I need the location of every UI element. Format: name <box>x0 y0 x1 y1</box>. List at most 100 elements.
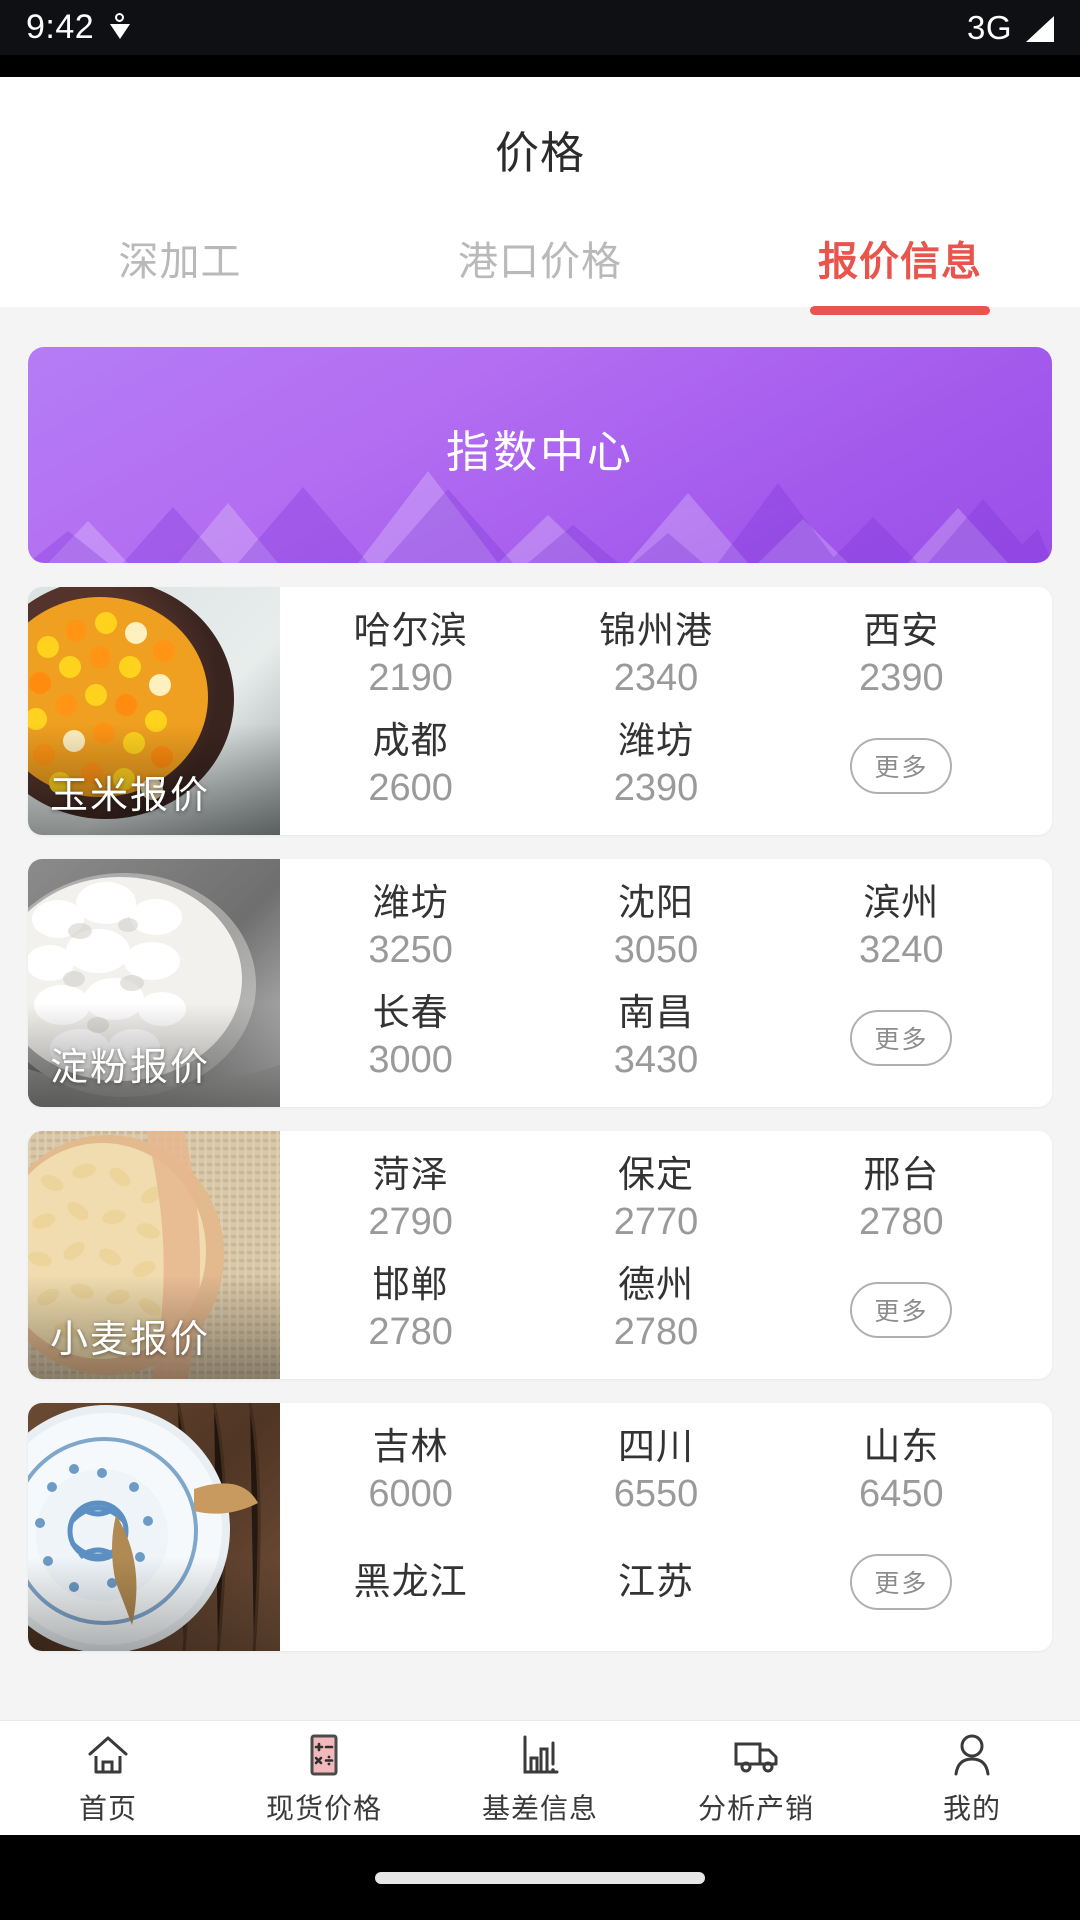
more-cell: 更多 <box>779 1010 1024 1066</box>
person-icon <box>949 1730 995 1780</box>
card-title: 淀粉报价 <box>50 1047 211 1089</box>
quote-price: 2780 <box>368 1311 453 1354</box>
banner-title: 指数中心 <box>446 428 634 477</box>
card-quotes-grid: 菏泽 2790 保定 2770 邢台 2780 邯郸 2780 德州 2780 … <box>280 1131 1052 1379</box>
location-pin-icon <box>110 12 131 43</box>
quote-cell: 山东 6450 <box>779 1424 1024 1520</box>
nav-item-home[interactable]: 首页 <box>0 1721 216 1835</box>
home-icon <box>85 1730 131 1780</box>
card-thumbnail: 玉米报价 <box>28 587 280 835</box>
quote-price: 6450 <box>859 1473 944 1516</box>
quote-card-wheat[interactable]: 小麦报价 菏泽 2790 保定 2770 邢台 2780 邯郸 2780 德州 … <box>28 1131 1052 1379</box>
quote-city: 德州 <box>617 1264 694 1306</box>
quote-cell: 黑龙江 <box>288 1559 533 1605</box>
more-cell: 更多 <box>779 738 1024 794</box>
quote-city: 滨州 <box>863 882 940 924</box>
quote-price: 2340 <box>613 657 699 700</box>
gesture-navigation-bar <box>0 1835 1080 1920</box>
nav-label: 首页 <box>78 1792 137 1824</box>
card-thumbnail <box>28 1403 280 1651</box>
quote-card-corn[interactable]: 玉米报价 哈尔滨 2190 锦州港 2340 西安 2390 成都 2600 潍… <box>28 587 1052 835</box>
page-title: 价格 <box>495 129 585 178</box>
more-button[interactable]: 更多 <box>850 1554 953 1610</box>
card-quotes-grid: 吉林 6000 四川 6550 山东 6450 黑龙江 江苏 更多 <box>280 1403 1052 1651</box>
more-cell: 更多 <box>779 1282 1024 1338</box>
quote-card-starch[interactable]: 淀粉报价 潍坊 3250 沈阳 3050 滨州 3240 长春 3000 南昌 … <box>28 859 1052 1107</box>
quote-cell: 南昌 3430 <box>533 990 778 1086</box>
status-bar-left: 9:42 <box>26 8 131 47</box>
quote-cell: 德州 2780 <box>533 1262 778 1358</box>
status-bar-spacer <box>0 55 1080 77</box>
quote-city: 邢台 <box>863 1154 940 1196</box>
quote-city: 长春 <box>372 992 449 1034</box>
quote-card-partial[interactable]: 吉林 6000 四川 6550 山东 6450 黑龙江 江苏 更多 <box>28 1403 1052 1651</box>
quote-cell: 潍坊 2390 <box>533 718 778 814</box>
card-title: 小麦报价 <box>50 1319 211 1361</box>
quote-city: 潍坊 <box>372 882 449 924</box>
quote-city: 江苏 <box>617 1560 694 1602</box>
status-bar-right: 3G <box>967 9 1054 47</box>
nav-item-basis-info[interactable]: 基差信息 <box>432 1721 648 1835</box>
signal-bars-icon <box>1024 14 1054 42</box>
nav-item-spot-price[interactable]: 现货价格 <box>216 1721 432 1835</box>
content-scroll-area[interactable]: 指数中心 玉米报价 哈尔滨 2190 锦州港 2340 西安 2390 成都 2… <box>0 325 1080 1720</box>
more-button[interactable]: 更多 <box>850 738 953 794</box>
quote-cell: 长春 3000 <box>288 990 533 1086</box>
quote-city: 潍坊 <box>617 720 694 762</box>
quote-city: 菏泽 <box>372 1154 449 1196</box>
bottom-navigation-bar: 首页 现货价格 基差信息 分析产销 我的 <box>0 1720 1080 1835</box>
quote-cell: 吉林 6000 <box>288 1424 533 1520</box>
more-button[interactable]: 更多 <box>850 1010 953 1066</box>
quote-city: 山东 <box>863 1426 940 1468</box>
status-time: 9:42 <box>26 8 95 46</box>
quote-cell: 锦州港 2340 <box>533 608 778 704</box>
network-type-label: 3G <box>966 8 1012 46</box>
nav-label: 现货价格 <box>265 1792 382 1824</box>
quote-cell: 菏泽 2790 <box>288 1152 533 1248</box>
tab-label: 深加工 <box>118 240 242 284</box>
quote-price: 2780 <box>613 1311 699 1354</box>
more-cell: 更多 <box>779 1554 1024 1610</box>
nav-label: 我的 <box>942 1792 1001 1824</box>
card-quotes-grid: 潍坊 3250 沈阳 3050 滨州 3240 长春 3000 南昌 3430 … <box>280 859 1052 1107</box>
quote-city: 成都 <box>372 720 449 762</box>
quote-price: 2190 <box>368 657 453 700</box>
index-center-banner[interactable]: 指数中心 <box>28 347 1052 563</box>
tab-active-underline <box>810 306 990 315</box>
quote-city: 锦州港 <box>598 610 713 652</box>
calculator-icon <box>301 1730 347 1780</box>
tab-bar: 深加工 港口价格 报价信息 <box>0 215 1080 315</box>
quote-price: 3000 <box>368 1039 453 1082</box>
home-indicator[interactable] <box>375 1871 705 1884</box>
nav-item-profile[interactable]: 我的 <box>864 1721 1080 1835</box>
quote-cell: 潍坊 3250 <box>288 880 533 976</box>
status-bar: 9:42 3G <box>0 0 1080 55</box>
quote-city: 四川 <box>617 1426 694 1468</box>
tab-quote-info[interactable]: 报价信息 <box>720 215 1080 315</box>
page-header: 价格 深加工 港口价格 报价信息 <box>0 77 1080 315</box>
quote-cell: 邢台 2780 <box>779 1152 1024 1248</box>
quote-price: 2390 <box>613 767 699 810</box>
tab-label: 报价信息 <box>818 240 982 284</box>
quote-price: 2790 <box>368 1201 453 1244</box>
nav-label: 基差信息 <box>481 1792 598 1824</box>
quote-cell: 成都 2600 <box>288 718 533 814</box>
quote-city: 保定 <box>617 1154 694 1196</box>
quote-cell: 保定 2770 <box>533 1152 778 1248</box>
quote-cell: 江苏 <box>533 1559 778 1605</box>
more-button[interactable]: 更多 <box>850 1282 953 1338</box>
quote-cell: 哈尔滨 2190 <box>288 608 533 704</box>
tab-port-price[interactable]: 港口价格 <box>360 215 720 303</box>
tab-deep-processing[interactable]: 深加工 <box>0 215 360 303</box>
quote-price: 2390 <box>859 657 944 700</box>
quote-price: 3240 <box>859 929 944 972</box>
nav-label: 分析产销 <box>697 1792 814 1824</box>
bowl-photo-icon <box>28 1403 280 1651</box>
quote-price: 2780 <box>859 1201 944 1244</box>
quote-city: 哈尔滨 <box>353 610 468 652</box>
quote-price: 6000 <box>368 1473 453 1516</box>
nav-item-analysis[interactable]: 分析产销 <box>648 1721 864 1835</box>
quote-city: 西安 <box>863 610 940 652</box>
app-screen: 9:42 3G 价格 深加工 港口价格 报价信息 指数中心 玉米报价 哈尔滨 2… <box>0 0 1080 1920</box>
quote-city: 吉林 <box>372 1426 449 1468</box>
